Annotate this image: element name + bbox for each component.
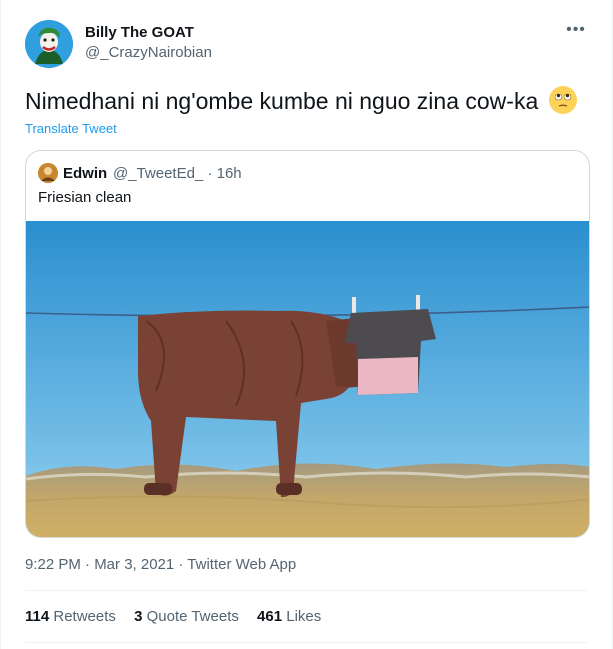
tweet-timestamp[interactable]: 9:22 PM · Mar 3, 2021 · Twitter Web App [25, 556, 296, 573]
quoted-author-avatar[interactable] [38, 163, 58, 183]
likes-label: Likes [286, 608, 322, 625]
retweets-stat[interactable]: 114 Retweets [25, 608, 116, 625]
likes-count: 461 [257, 608, 283, 625]
meta-separator: · [207, 165, 213, 182]
author-display-name[interactable]: Billy The GOAT [85, 24, 194, 41]
translate-tweet-link[interactable]: Translate Tweet [25, 121, 117, 136]
retweets-count: 114 [25, 608, 50, 625]
quotes-label: Quote Tweets [146, 608, 239, 625]
retweets-label: Retweets [53, 608, 116, 625]
quotes-count: 3 [134, 608, 143, 625]
quoted-tweet[interactable]: Edwin @_TweetEd_ · 16h Friesian clean [25, 150, 590, 538]
face-with-rolling-eyes-emoji [548, 86, 577, 114]
quoted-author-name[interactable]: Edwin [63, 165, 107, 182]
quote-tweets-stat[interactable]: 3 Quote Tweets [134, 608, 239, 625]
quoted-tweet-text: Friesian clean [38, 189, 132, 206]
likes-stat[interactable]: 461 Likes [257, 608, 321, 625]
author-avatar[interactable] [25, 20, 73, 68]
quoted-author-handle[interactable]: @_TweetEd_ [113, 165, 203, 182]
quoted-tweet-image[interactable] [26, 221, 589, 537]
engagement-stats: 114 Retweets 3 Quote Tweets 461 Likes [25, 608, 335, 625]
tweet-card: Billy The GOAT @_CrazyNairobian ••• Nime… [0, 0, 613, 649]
divider [25, 590, 588, 591]
quoted-author-meta[interactable]: @_TweetEd_ · 16h [113, 165, 242, 182]
quoted-tweet-time[interactable]: 16h [217, 165, 242, 182]
more-options-icon[interactable]: ••• [564, 22, 588, 42]
tweet-text: Nimedhani ni ng'ombe kumbe ni nguo zina … [25, 86, 577, 115]
author-handle[interactable]: @_CrazyNairobian [85, 44, 212, 61]
tweet-text-body: Nimedhani ni ng'ombe kumbe ni nguo zina … [25, 88, 539, 114]
divider [25, 642, 588, 643]
